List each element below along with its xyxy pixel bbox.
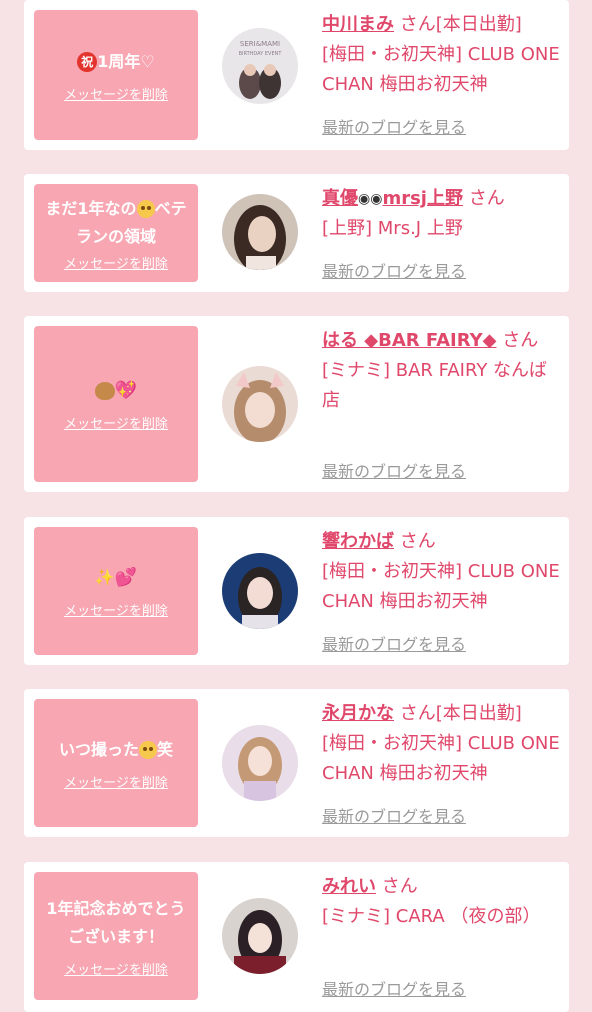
message-card: いつ撮った笑 メッセージを削除 永月かな さん[本日出勤] [梅田・お初天神] … <box>24 689 569 837</box>
sparkles-icon: ✨ <box>94 567 115 587</box>
avatar[interactable]: SERI&MAMI BIRTHDAY EVENT <box>222 28 298 104</box>
message-box: 祝 1周年♡ メッセージを削除 <box>34 10 198 140</box>
avatar-image <box>222 553 298 629</box>
avatar[interactable] <box>222 725 298 801</box>
latest-blog-link[interactable]: 最新のブログを見る <box>322 631 466 655</box>
two-hearts-icon: 💕 <box>114 566 138 588</box>
avatar-image <box>222 898 298 974</box>
girl-name-link[interactable]: 響わかば <box>322 531 394 552</box>
latest-blog-link[interactable]: 最新のブログを見る <box>322 976 466 1000</box>
avatar[interactable] <box>222 194 298 270</box>
avatar[interactable] <box>222 898 298 974</box>
shop-name: [上野] Mrs.J 上野 <box>322 218 463 239</box>
girl-name-link[interactable]: はる ◆BAR FAIRY◆ <box>322 330 497 351</box>
avatar-image: SERI&MAMI BIRTHDAY EVENT <box>222 28 298 104</box>
shop-name: [梅田・お初天神] CLUB ONE CHAN 梅田お初天神 <box>322 561 560 612</box>
svg-text:SERI&MAMI: SERI&MAMI <box>240 40 280 48</box>
message-card: ✨💕 メッセージを削除 響わかば さん [梅田・お初天神] CLUB ONE C… <box>24 517 569 665</box>
message-text: ✨💕 <box>89 563 143 592</box>
san-label: さん <box>399 531 436 552</box>
shop-name: [ミナミ] CARA （夜の部） <box>322 906 541 927</box>
shop-name: [梅田・お初天神] CLUB ONE CHAN 梅田お初天神 <box>322 44 560 95</box>
avatar-image <box>222 366 298 442</box>
message-card: 💖 メッセージを削除 はる ◆BAR FAIRY◆ さん [ミナミ] BAR F… <box>24 316 569 492</box>
message-card: まだ1年なの ベテランの領域 メッセージを削除 真優◉◉mrsj上野 さん [上野… <box>24 174 569 292</box>
message-box: 💖 メッセージを削除 <box>34 326 198 482</box>
message-text: いつ撮った笑 <box>58 739 174 759</box>
status-badge: [本日出勤] <box>435 14 522 35</box>
message-text: 1年記念おめでとうございます！ <box>46 898 186 946</box>
rolling-eyes-face-icon <box>139 741 157 759</box>
message-text: 💖 <box>89 376 143 405</box>
girl-name-link[interactable]: 中川まみ <box>322 14 394 35</box>
svg-text:BIRTHDAY EVENT: BIRTHDAY EVENT <box>239 51 283 57</box>
shop-name: [ミナミ] BAR FAIRY なんば店 <box>322 360 548 411</box>
iwai-badge-icon: 祝 <box>77 52 98 72</box>
avatar[interactable] <box>222 366 298 442</box>
delete-message-link[interactable]: メッセージを削除 <box>64 84 168 103</box>
message-box: いつ撮った笑 メッセージを削除 <box>34 699 198 827</box>
girl-name-link[interactable]: みれい <box>322 876 376 897</box>
latest-blog-link[interactable]: 最新のブログを見る <box>322 114 466 138</box>
san-label: さん <box>399 703 436 724</box>
san-label: さん <box>381 876 418 897</box>
message-card: 祝 1周年♡ メッセージを削除 SERI&MAMI BIRTHDAY EVENT … <box>24 0 569 150</box>
message-text: まだ1年なの ベテランの領域 <box>45 198 187 246</box>
avatar[interactable] <box>222 553 298 629</box>
san-label: さん <box>502 330 539 351</box>
girl-name-link[interactable]: 永月かな <box>322 703 394 724</box>
girl-info: みれい さん [ミナミ] CARA （夜の部） <box>322 872 562 932</box>
girl-info: はる ◆BAR FAIRY◆ さん [ミナミ] BAR FAIRY なんば店 <box>322 326 562 416</box>
message-box: 1年記念おめでとうございます！ メッセージを削除 <box>34 872 198 1000</box>
girl-info: 真優◉◉mrsj上野 さん [上野] Mrs.J 上野 <box>322 184 562 244</box>
teddy-bear-icon <box>94 381 115 400</box>
girl-info: 響わかば さん [梅田・お初天神] CLUB ONE CHAN 梅田お初天神 <box>322 527 562 617</box>
girl-info: 永月かな さん[本日出勤] [梅田・お初天神] CLUB ONE CHAN 梅田… <box>322 699 562 789</box>
flushed-face-icon <box>136 200 155 218</box>
girl-name-link[interactable]: 真優◉◉mrsj上野 <box>322 188 463 209</box>
status-badge: [本日出勤] <box>435 703 522 724</box>
delete-message-link[interactable]: メッセージを削除 <box>64 253 168 272</box>
latest-blog-link[interactable]: 最新のブログを見る <box>322 458 466 482</box>
san-label: さん <box>468 188 505 209</box>
avatar-image <box>222 725 298 801</box>
delete-message-link[interactable]: メッセージを削除 <box>64 600 168 619</box>
avatar-image <box>222 194 298 270</box>
message-card: 1年記念おめでとうございます！ メッセージを削除 みれい さん [ミナミ] CA… <box>24 862 569 1012</box>
san-label: さん <box>399 14 436 35</box>
message-text: 祝 1周年♡ <box>71 48 160 76</box>
girl-info: 中川まみ さん[本日出勤] [梅田・お初天神] CLUB ONE CHAN 梅田… <box>322 10 562 100</box>
message-box: まだ1年なの ベテランの領域 メッセージを削除 <box>34 184 198 282</box>
message-box: ✨💕 メッセージを削除 <box>34 527 198 655</box>
eyes-icon: ◉◉ <box>358 191 383 207</box>
delete-message-link[interactable]: メッセージを削除 <box>64 772 168 791</box>
message-list: 祝 1周年♡ メッセージを削除 SERI&MAMI BIRTHDAY EVENT … <box>0 0 592 1012</box>
sparkling-heart-icon: 💖 <box>114 379 138 401</box>
latest-blog-link[interactable]: 最新のブログを見る <box>322 258 466 282</box>
latest-blog-link[interactable]: 最新のブログを見る <box>322 803 466 827</box>
delete-message-link[interactable]: メッセージを削除 <box>64 413 168 432</box>
delete-message-link[interactable]: メッセージを削除 <box>64 959 168 978</box>
shop-name: [梅田・お初天神] CLUB ONE CHAN 梅田お初天神 <box>322 733 560 784</box>
